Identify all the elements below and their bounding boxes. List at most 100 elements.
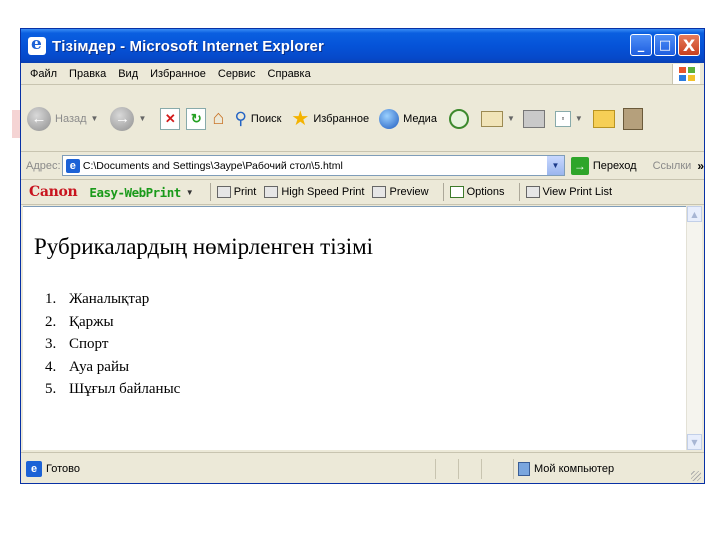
favorites-button[interactable]: ★ Избранное [291,106,369,131]
back-label: Назад [55,112,87,125]
address-value[interactable]: C:\Documents and Settings\Зауре\Рабочий … [83,160,343,172]
media-button[interactable]: Медиа [379,108,437,129]
chevron-down-icon[interactable]: ▼ [546,156,564,175]
minimize-button[interactable]: _ [630,34,652,56]
ie-logo-icon[interactable] [28,34,46,55]
status-text: Готово [46,462,80,475]
menu-view[interactable]: Вид [112,68,144,80]
list-item: 4. Ауа райы [45,359,180,382]
preview-button[interactable]: Preview [372,186,429,198]
home-button[interactable]: ⌂ [212,107,224,130]
list-item-number: 1. [45,291,57,307]
options-button[interactable]: Options [449,186,505,198]
window-controls: _ □ X [630,34,700,56]
chevron-down-icon[interactable]: ▼ [138,114,146,123]
print-button-canon[interactable]: Print [216,186,256,198]
folder-button[interactable] [592,109,615,128]
home-icon: ⌂ [212,107,225,129]
toolbar-separator [442,183,444,201]
list-item-number: 3. [45,336,57,352]
view-print-list-button[interactable]: View Print List [525,186,613,198]
list-icon [525,186,540,198]
printer-icon [216,186,231,198]
chevron-down-icon[interactable]: ▼ [91,114,99,123]
menu-help[interactable]: Справка [262,68,317,80]
star-icon: ★ [291,108,310,130]
list-item-number: 4. [45,358,57,375]
browser-window: Тізімдер - Microsoft Internet Explorer _… [20,28,705,484]
go-arrow-icon[interactable]: → [570,156,589,175]
high-speed-print-button[interactable]: High Speed Print [264,186,364,198]
menu-edit[interactable]: Правка [63,68,112,80]
scroll-up-icon[interactable]: ▲ [687,206,702,222]
status-panels [435,459,504,479]
search-label: Поиск [250,112,282,125]
history-button[interactable] [448,108,469,129]
preview-label: Preview [389,186,429,198]
rubric-list: 1. Жаналықтар 2. Қаржы 3. Спорт 4. Ауа р… [45,291,180,404]
print-button[interactable] [522,109,545,128]
back-arrow-icon: ← [27,106,51,131]
forward-arrow-icon: → [110,106,135,131]
chevron-down-icon[interactable]: ▼ [186,188,194,197]
high-speed-print-label: High Speed Print [281,186,365,198]
page-content: Рубрикалардың нөмірленген тізімі 1. Жана… [23,206,688,450]
printer-icon [264,186,279,198]
favorites-label: Избранное [313,112,370,125]
canon-toolbar: Canon Easy-WebPrint ▼ Print High Speed P… [21,180,704,205]
refresh-button[interactable]: ↻ [186,107,207,130]
chevron-down-icon[interactable]: ▼ [507,114,515,123]
chevron-right-icon[interactable]: » [697,159,704,173]
preview-icon [372,186,387,198]
security-zone: Мой компьютер [513,459,614,479]
messenger-button[interactable] [622,107,643,130]
title-bar[interactable]: Тізімдер - Microsoft Internet Explorer _… [21,29,704,63]
standard-toolbar: ← Назад ▼ → ▼ ✕ ↻ ⌂ ⚲ Поиск ★ Избранное … [21,86,704,152]
list-item: 2. Қаржы [45,314,180,337]
menu-tools[interactable]: Сервис [212,68,262,80]
close-button[interactable]: X [678,34,700,56]
back-button[interactable]: ← Назад ▼ [27,106,99,131]
forward-button[interactable]: → ▼ [110,106,146,131]
refresh-icon: ↻ [186,107,207,130]
status-panel [481,459,504,479]
edit-icon: ▫ [554,110,571,127]
messenger-icon [622,107,643,130]
history-icon [448,108,469,129]
canon-logo: Canon [29,184,78,200]
window-title: Тізімдер - Microsoft Internet Explorer [52,37,324,55]
page-icon: e [65,158,80,173]
list-item-text: Спорт [69,336,109,352]
menu-file[interactable]: Файл [21,68,63,80]
address-bar: Адрес: e C:\Documents and Settings\Зауре… [21,152,704,180]
windows-flag-icon [672,64,700,84]
vertical-scrollbar[interactable]: ▲ ▼ [686,206,702,450]
media-label: Медиа [403,112,437,125]
list-item-text: Шұғыл байланыс [69,381,181,397]
view-print-list-label: View Print List [542,186,613,198]
checkbox-icon [449,186,464,198]
links-label[interactable]: Ссылки [653,160,692,172]
easy-webprint-menu[interactable]: Easy-WebPrint [89,185,181,200]
zone-label: Мой компьютер [534,463,615,475]
list-item: 1. Жаналықтар [45,291,180,314]
address-label: Адрес: [26,159,61,172]
stop-button[interactable]: ✕ [160,107,181,130]
stop-icon: ✕ [160,107,181,130]
maximize-button[interactable]: □ [654,34,676,56]
address-input[interactable]: e C:\Documents and Settings\Зауре\Рабочи… [61,155,565,176]
mail-button[interactable]: ▼ [480,110,515,127]
list-item-number: 5. [45,381,57,397]
resize-grip-icon[interactable] [691,471,701,481]
edit-button[interactable]: ▫ ▼ [554,110,583,127]
go-button[interactable]: Переход [593,160,637,172]
printer-icon [522,109,545,128]
menu-favorites[interactable]: Избранное [144,68,212,80]
chevron-down-icon[interactable]: ▼ [575,114,583,123]
scroll-down-icon[interactable]: ▼ [687,434,702,450]
menu-bar: Файл Правка Вид Избранное Сервис Справка [21,63,704,85]
status-panel [458,459,481,479]
search-icon: ⚲ [234,108,247,128]
folder-icon [592,109,615,128]
search-button[interactable]: ⚲ Поиск [234,109,281,129]
